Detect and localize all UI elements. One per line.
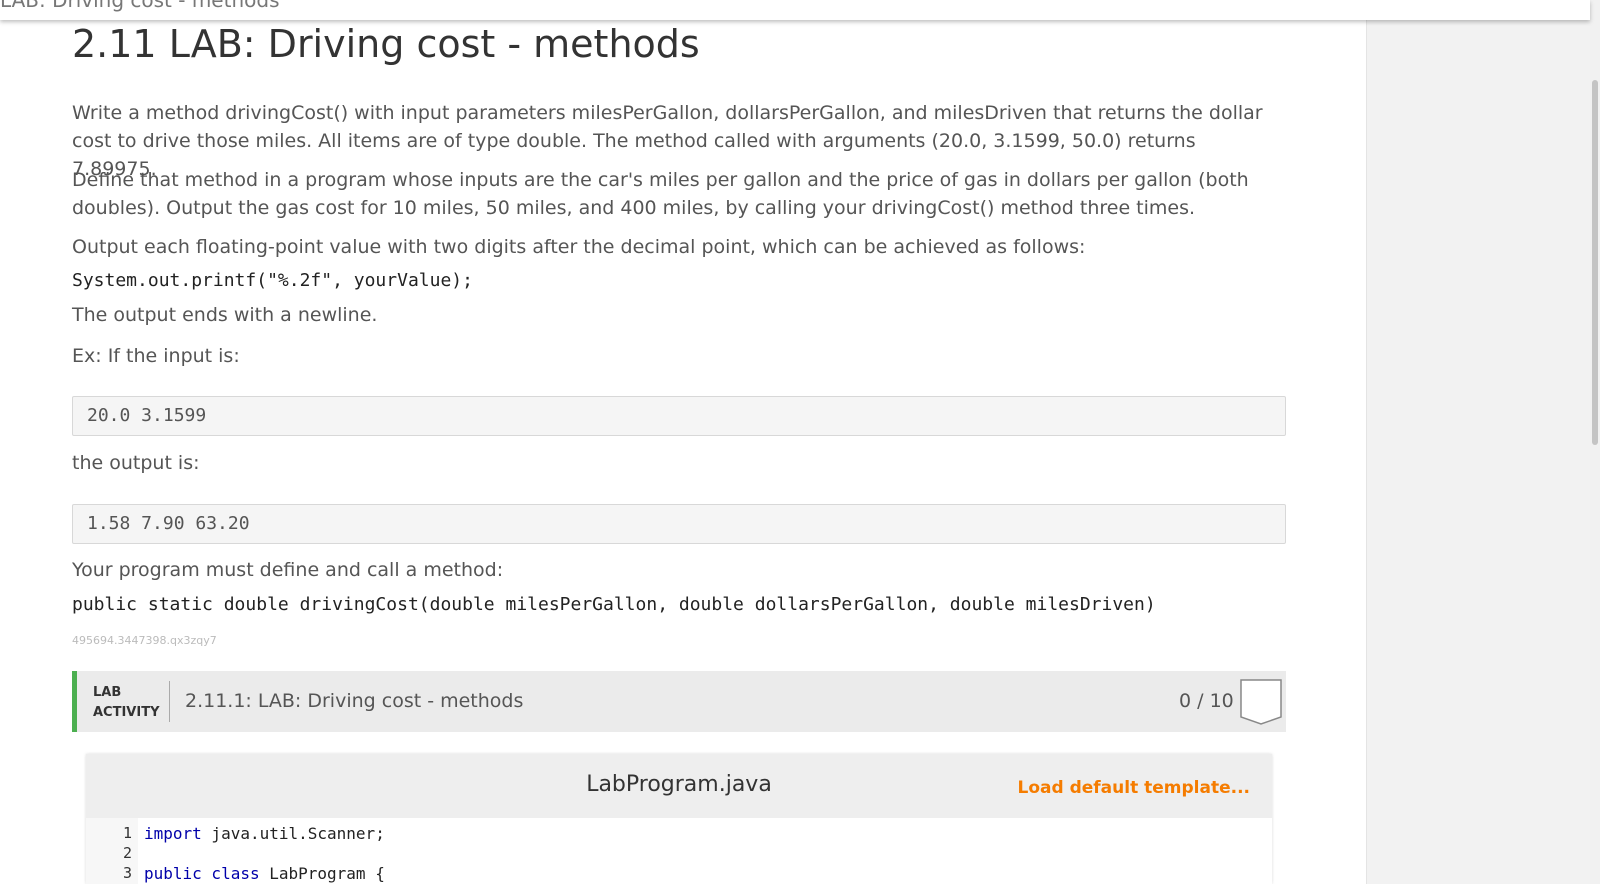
example-intro: Ex: If the input is: bbox=[72, 345, 240, 367]
method-intro: Your program must define and call a meth… bbox=[72, 559, 504, 581]
lab-activity-tag: LAB ACTIVITY bbox=[93, 683, 160, 723]
code-keyword: public class bbox=[144, 864, 260, 883]
code-text: java.util.Scanner; bbox=[201, 824, 385, 843]
right-side-panel bbox=[1366, 0, 1600, 884]
example-output: 1.58 7.90 63.20 bbox=[87, 513, 250, 534]
lab-tag-line-1: LAB bbox=[93, 685, 122, 700]
lab-score: 0 / 10 bbox=[1179, 690, 1234, 712]
example-output-box: 1.58 7.90 63.20 bbox=[72, 504, 1286, 544]
tab-title: LAB: Driving cost - methods bbox=[0, 0, 280, 12]
load-default-template-link[interactable]: Load default template... bbox=[1018, 778, 1250, 798]
lab-divider bbox=[169, 681, 170, 722]
score-shield-icon bbox=[1240, 679, 1282, 725]
line-number: 2 bbox=[122, 844, 132, 862]
code-text: LabProgram { bbox=[259, 864, 385, 883]
printf-code: System.out.printf("%.2f", yourValue); bbox=[72, 270, 473, 291]
output-intro: the output is: bbox=[72, 452, 200, 474]
description-paragraph-3: Output each floating-point value with tw… bbox=[72, 236, 1086, 258]
browser-title-bar: LAB: Driving cost - methods bbox=[0, 0, 1590, 20]
page-title: 2.11 LAB: Driving cost - methods bbox=[72, 22, 700, 66]
content-identifier: 495694.3447398.qx3zqy7 bbox=[72, 634, 217, 647]
lab-activity-header: LAB ACTIVITY 2.11.1: LAB: Driving cost -… bbox=[72, 671, 1286, 732]
example-input-box: 20.0 3.1599 bbox=[72, 396, 1286, 436]
method-signature: public static double drivingCost(double … bbox=[72, 594, 1156, 615]
scrollbar[interactable] bbox=[1590, 0, 1600, 884]
description-paragraph-4: The output ends with a newline. bbox=[72, 304, 378, 326]
code-keyword: import bbox=[144, 824, 202, 843]
example-input: 20.0 3.1599 bbox=[87, 405, 207, 426]
lab-activity-name: 2.11.1: LAB: Driving cost - methods bbox=[185, 690, 524, 712]
line-number: 1 bbox=[122, 824, 132, 842]
lab-tag-line-2: ACTIVITY bbox=[93, 705, 160, 720]
code-line-3[interactable]: public class LabProgram { bbox=[144, 864, 385, 883]
line-number-gutter: 1 2 3 bbox=[86, 818, 138, 884]
code-editor: LabProgram.java Load default template...… bbox=[86, 754, 1272, 884]
description-paragraph-2: Define that method in a program whose in… bbox=[72, 169, 1249, 219]
code-line-1[interactable]: import java.util.Scanner; bbox=[144, 824, 385, 843]
scrollbar-thumb[interactable] bbox=[1592, 80, 1598, 445]
line-number: 3 bbox=[122, 864, 132, 882]
editor-header: LabProgram.java Load default template... bbox=[86, 754, 1272, 818]
